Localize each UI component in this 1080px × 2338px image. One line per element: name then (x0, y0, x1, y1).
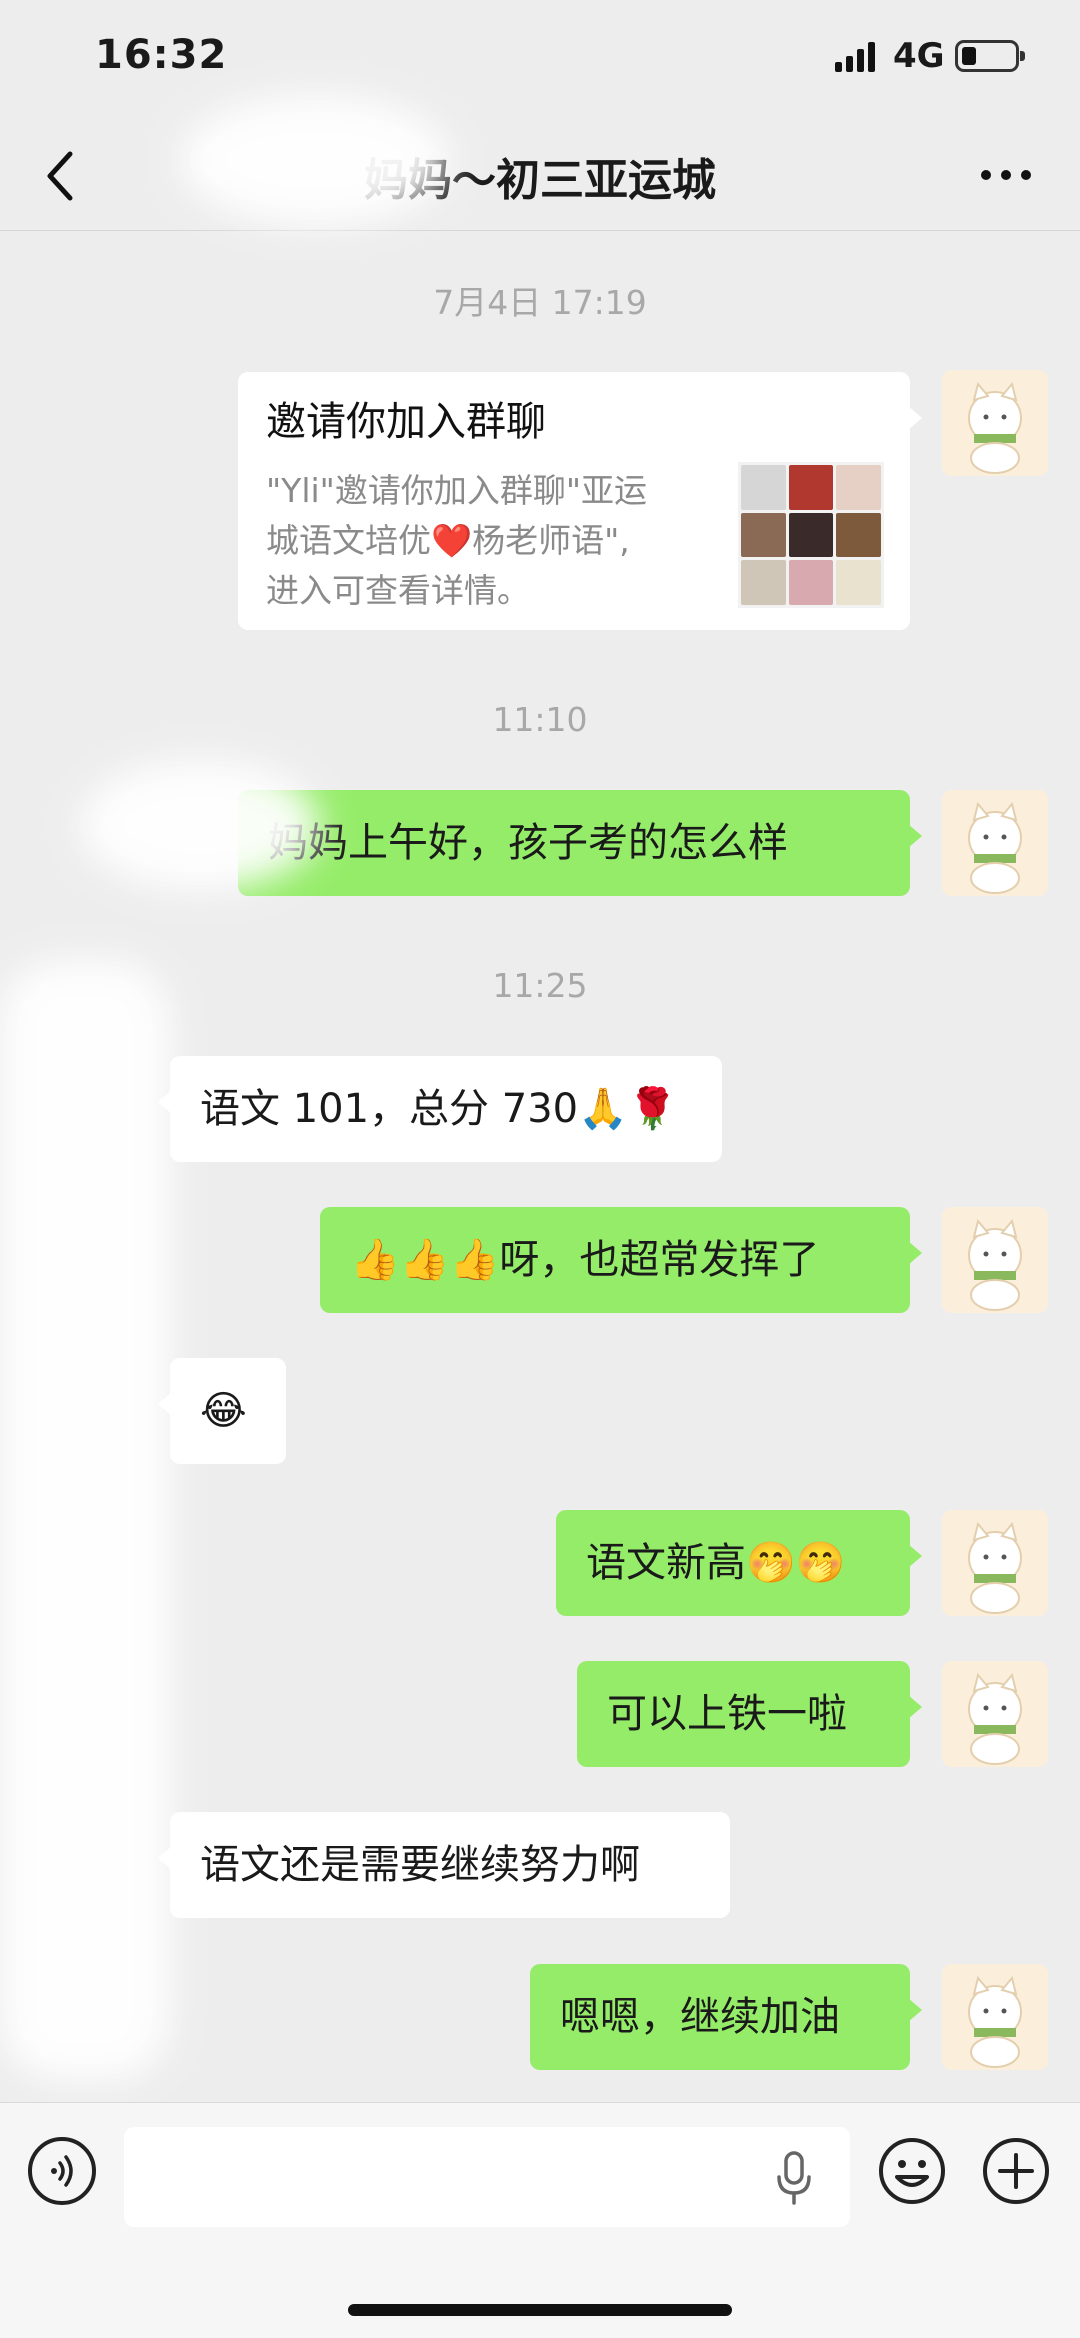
voice-mode-icon[interactable] (28, 2137, 96, 2205)
message-bubble-sent[interactable]: 嗯嗯，继续加油 (530, 1964, 922, 2070)
message-input[interactable] (124, 2127, 850, 2227)
battery-icon (955, 40, 1025, 72)
network-type: 4G (893, 36, 945, 76)
privacy-blur (180, 95, 450, 225)
avatar[interactable] (942, 1964, 1048, 2070)
home-indicator (348, 2304, 732, 2316)
message-bubble-received[interactable]: 语文 101，总分 730🙏🌹 (158, 1056, 722, 1162)
timestamp: 11:10 (492, 700, 588, 739)
privacy-blur (80, 760, 320, 890)
timestamp: 7月4日 17:19 (433, 283, 647, 322)
avatar[interactable] (942, 1207, 1048, 1313)
message-bubble-received[interactable]: 语文还是需要继续努力啊 (158, 1812, 730, 1918)
more-dots-icon[interactable] (976, 160, 1036, 190)
microphone-icon[interactable] (774, 2151, 814, 2207)
message-bubble-sent[interactable]: 👍👍👍呀，也超常发挥了 (320, 1207, 922, 1313)
status-bar: 16:32 4G (0, 0, 1080, 120)
avatar[interactable] (942, 370, 1048, 476)
group-thumbnail (738, 462, 884, 608)
avatar[interactable] (942, 1510, 1048, 1616)
message-bubble-sent[interactable]: 语文新高🤭🤭 (556, 1510, 922, 1616)
chat-title: 妈妈～初三亚运城 (364, 155, 716, 206)
input-bar (0, 2102, 1080, 2338)
plus-circle-icon[interactable] (980, 2135, 1052, 2207)
group-invite-card[interactable]: 邀请你加入群聊 "Yli"邀请你加入群聊"亚运 城语文培优❤️杨老师语", 进入… (238, 372, 922, 630)
invite-title: 邀请你加入群聊 (266, 399, 546, 445)
avatar[interactable] (942, 1661, 1048, 1767)
privacy-blur (0, 960, 170, 2080)
emoji-icon[interactable] (876, 2135, 948, 2207)
chat-header: 妈妈～初三亚运城 (0, 120, 1080, 231)
invite-description: "Yli"邀请你加入群聊"亚运 城语文培优❤️杨老师语", 进入可查看详情。 (266, 471, 648, 610)
status-time: 16:32 (95, 32, 228, 78)
message-bubble-sent[interactable]: 可以上铁一啦 (577, 1661, 922, 1767)
signal-strength-icon (835, 42, 879, 72)
avatar[interactable] (942, 790, 1048, 896)
message-bubble-received[interactable]: 😂 (158, 1358, 286, 1464)
message-bubble-sent[interactable]: 妈妈上午好，孩子考的怎么样 (238, 790, 922, 896)
